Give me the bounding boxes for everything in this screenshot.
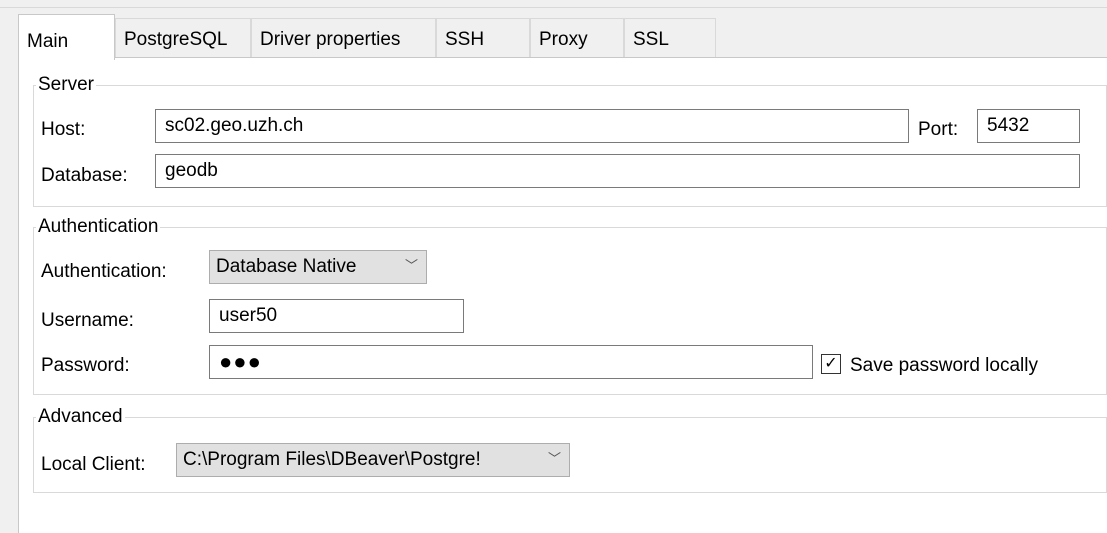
tab-main[interactable]: Main <box>18 14 115 60</box>
local-client-label: Local Client: <box>41 454 146 475</box>
tab-driver-properties[interactable]: Driver properties <box>251 18 436 58</box>
database-input[interactable]: geodb <box>155 154 1080 188</box>
password-label: Password: <box>41 355 130 376</box>
database-label: Database: <box>41 165 128 186</box>
authentication-dropdown[interactable]: Database Native ﹀ <box>209 250 427 284</box>
port-label: Port: <box>918 119 959 140</box>
authentication-group-title: Authentication <box>38 216 159 237</box>
authentication-label: Authentication: <box>41 261 167 282</box>
tab-proxy[interactable]: Proxy <box>530 18 624 58</box>
chevron-down-icon: ﹀ <box>547 451 561 466</box>
tab-ssl[interactable]: SSL <box>624 18 716 58</box>
chevron-down-icon: ﹀ <box>404 258 418 273</box>
tab-ssh[interactable]: SSH <box>436 18 530 58</box>
username-input[interactable]: user50 <box>209 299 464 333</box>
tab-driver-properties-label: Driver properties <box>260 29 401 50</box>
tab-proxy-label: Proxy <box>539 29 588 50</box>
password-input[interactable]: ●●● <box>209 345 813 379</box>
save-password-checkbox[interactable]: ✓ <box>821 354 841 374</box>
tab-main-label: Main <box>27 31 69 52</box>
local-client-dropdown-value: C:\Program Files\DBeaver\Postgre! <box>183 449 481 470</box>
save-password-label[interactable]: Save password locally <box>850 355 1038 377</box>
port-input[interactable]: 5432 <box>977 109 1080 143</box>
server-group-title: Server <box>38 74 94 95</box>
tab-postgresql-label: PostgreSQL <box>124 29 228 50</box>
authentication-dropdown-value: Database Native <box>216 256 357 277</box>
username-label: Username: <box>41 310 134 331</box>
tab-content-panel: Server Host: sc02.geo.uzh.ch Port: 5432 … <box>18 57 1107 533</box>
tab-ssh-label: SSH <box>445 29 485 50</box>
tab-postgresql[interactable]: PostgreSQL <box>115 18 251 58</box>
host-label: Host: <box>41 119 86 140</box>
tab-ssl-label: SSL <box>633 29 669 50</box>
checkmark-icon: ✓ <box>824 355 838 372</box>
local-client-dropdown[interactable]: C:\Program Files\DBeaver\Postgre! ﹀ <box>176 443 570 477</box>
advanced-group-title: Advanced <box>38 406 123 427</box>
window-top-border <box>0 0 1107 8</box>
host-input[interactable]: sc02.geo.uzh.ch <box>155 109 909 143</box>
